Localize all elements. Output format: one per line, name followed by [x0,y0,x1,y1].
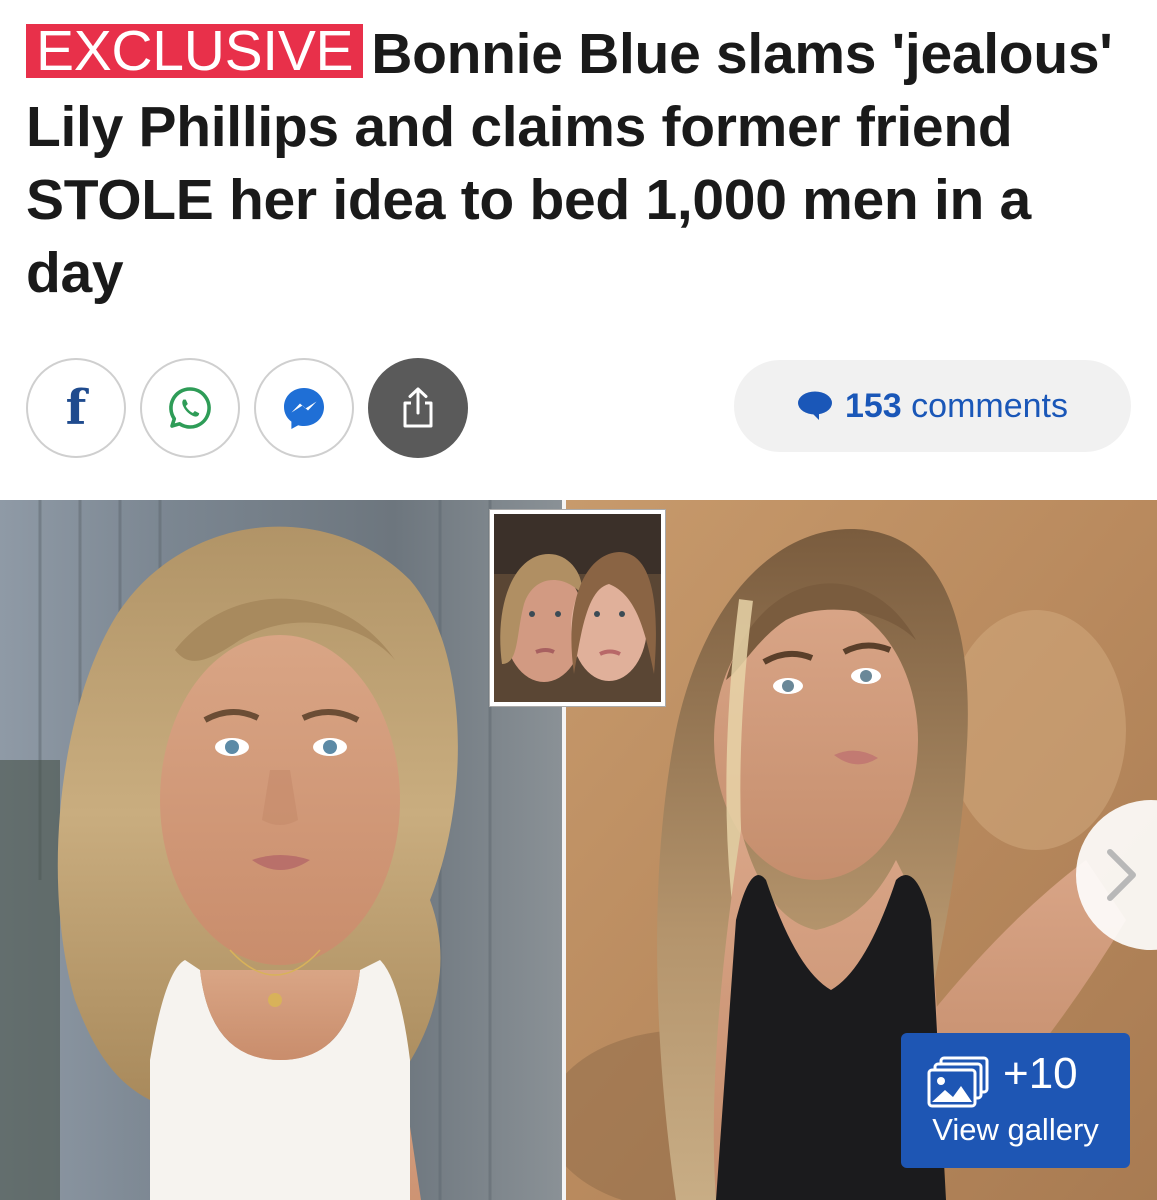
share-bar: f 153 comments [26,358,1131,458]
inset-selfie-photo [490,510,665,706]
lead-photo-collage[interactable]: +10 View gallery [0,500,1157,1200]
gallery-label: View gallery [932,1112,1099,1147]
left-portrait-photo [0,500,562,1200]
gallery-next-button[interactable] [1076,800,1157,950]
comments-button[interactable]: 153 comments [734,360,1131,452]
comments-count: 153 [844,386,902,425]
gallery-count: +10 [1003,1049,1078,1098]
whatsapp-icon [169,387,211,429]
view-gallery-button[interactable]: +10 View gallery [901,1033,1130,1168]
exclusive-badge: EXCLUSIVE [26,23,364,80]
whatsapp-share-button[interactable] [140,358,240,458]
share-icon [403,387,433,428]
gallery-icon [927,1056,989,1108]
article-headline: EXCLUSIVE Bonnie Blue slams 'jealous' Lil… [26,18,1136,310]
messenger-share-button[interactable] [254,358,354,458]
facebook-share-button[interactable]: f [26,358,126,458]
chevron-right-icon [1107,849,1136,901]
messenger-icon [284,388,324,429]
share-button[interactable] [368,358,468,458]
speech-bubble-icon [797,391,832,420]
comments-label: comments [911,386,1068,425]
facebook-icon: f [65,380,87,436]
